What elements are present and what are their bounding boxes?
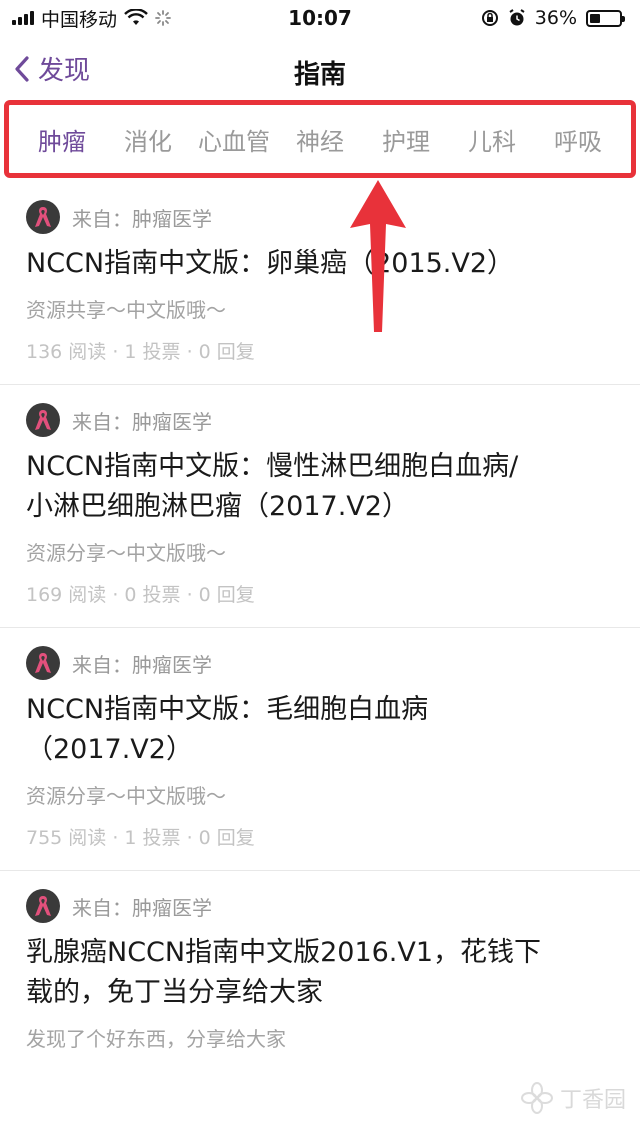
card-stats: 136 阅读 · 1 投票 · 0 回复 (26, 341, 255, 363)
pink-ribbon-icon (35, 207, 51, 227)
card-description: 资源共享～中文版哦～ (26, 298, 226, 322)
pink-ribbon-icon (35, 653, 51, 673)
card-description: 资源分享～中文版哦～ (26, 784, 226, 808)
carrier-name: 中国移动 (41, 8, 118, 31)
pink-ribbon-icon (35, 410, 51, 430)
source-label: 来自：肿瘤医学 (72, 895, 212, 920)
source-row: 来自：肿瘤医学 (26, 200, 616, 234)
status-bar: 中国移动 10:07 36% (0, 0, 640, 36)
tab-respiratory[interactable]: 呼吸 (535, 122, 621, 157)
card-description: 发现了个好东西，分享给大家 (26, 1027, 286, 1051)
title-line: NCCN指南中文版：卵巢癌（2015.V2） (26, 248, 515, 279)
guide-list: 来自：肿瘤医学 NCCN指南中文版：卵巢癌（2015.V2） 资源共享～中文版哦… (0, 182, 640, 1053)
battery-icon (586, 9, 625, 27)
avatar (26, 200, 60, 234)
avatar (26, 646, 60, 680)
alarm-icon (509, 9, 525, 26)
status-right: 36% (481, 7, 625, 29)
source-row: 来自：肿瘤医学 (26, 889, 616, 923)
flower-logo-icon (520, 1082, 553, 1114)
title-line: 乳腺癌NCCN指南中文版2016.V1，花钱下 (26, 937, 542, 968)
watermark: 丁香园 (520, 1081, 626, 1115)
list-item[interactable]: 来自：肿瘤医学 乳腺癌NCCN指南中文版2016.V1，花钱下 载的，免丁当分享… (0, 871, 640, 1053)
watermark-text: 丁香园 (559, 1088, 626, 1113)
source-label: 来自：肿瘤医学 (72, 409, 212, 434)
tab-neurology[interactable]: 神经 (277, 122, 363, 157)
card-title: NCCN指南中文版：慢性淋巴细胞白血病/ 小淋巴细胞淋巴瘤（2017.V2） (26, 447, 616, 527)
title-line: （2017.V2） (26, 734, 193, 765)
tab-digestive[interactable]: 消化 (105, 122, 191, 157)
list-item[interactable]: 来自：肿瘤医学 NCCN指南中文版：毛细胞白血病 （2017.V2） 资源分享～… (0, 628, 640, 871)
source-label: 来自：肿瘤医学 (72, 652, 212, 677)
title-line: NCCN指南中文版：毛细胞白血病 (26, 694, 429, 725)
signal-icon (12, 11, 34, 25)
battery-fill (590, 13, 601, 23)
avatar (26, 403, 60, 437)
source-label: 来自：肿瘤医学 (72, 206, 212, 231)
wifi-icon (124, 9, 148, 25)
battery-percent: 36% (534, 7, 577, 29)
tab-cardiovascular[interactable]: 心血管 (191, 122, 277, 157)
pink-ribbon-icon (35, 896, 51, 916)
orientation-lock-icon (481, 10, 498, 26)
category-tabs: 肿瘤 消化 心血管 神经 护理 儿科 呼吸 (4, 100, 636, 178)
list-item[interactable]: 来自：肿瘤医学 NCCN指南中文版：慢性淋巴细胞白血病/ 小淋巴细胞淋巴瘤（20… (0, 385, 640, 628)
card-stats: 169 阅读 · 0 投票 · 0 回复 (26, 584, 255, 606)
source-row: 来自：肿瘤医学 (26, 646, 616, 680)
nav-bar: 发现 指南 (0, 36, 640, 104)
card-title: NCCN指南中文版：毛细胞白血病 （2017.V2） (26, 690, 616, 770)
avatar (26, 889, 60, 923)
status-left: 中国移动 (12, 5, 171, 32)
list-item[interactable]: 来自：肿瘤医学 NCCN指南中文版：卵巢癌（2015.V2） 资源共享～中文版哦… (0, 182, 640, 385)
card-description: 资源分享～中文版哦～ (26, 541, 226, 565)
red-arrow-up-icon (350, 180, 406, 332)
title-line: NCCN指南中文版：慢性淋巴细胞白血病/ (26, 451, 519, 482)
tab-nursing[interactable]: 护理 (363, 122, 449, 157)
card-stats: 755 阅读 · 1 投票 · 0 回复 (26, 827, 255, 849)
title-line: 载的，免丁当分享给大家 (26, 977, 323, 1008)
loading-spinner-icon (155, 10, 171, 26)
tab-pediatrics[interactable]: 儿科 (449, 122, 535, 157)
card-title: NCCN指南中文版：卵巢癌（2015.V2） (26, 244, 616, 284)
tab-oncology[interactable]: 肿瘤 (19, 122, 105, 157)
card-title: 乳腺癌NCCN指南中文版2016.V1，花钱下 载的，免丁当分享给大家 (26, 933, 616, 1013)
source-row: 来自：肿瘤医学 (26, 403, 616, 437)
page-title: 指南 (293, 60, 346, 90)
title-line: 小淋巴细胞淋巴瘤（2017.V2） (26, 491, 409, 522)
